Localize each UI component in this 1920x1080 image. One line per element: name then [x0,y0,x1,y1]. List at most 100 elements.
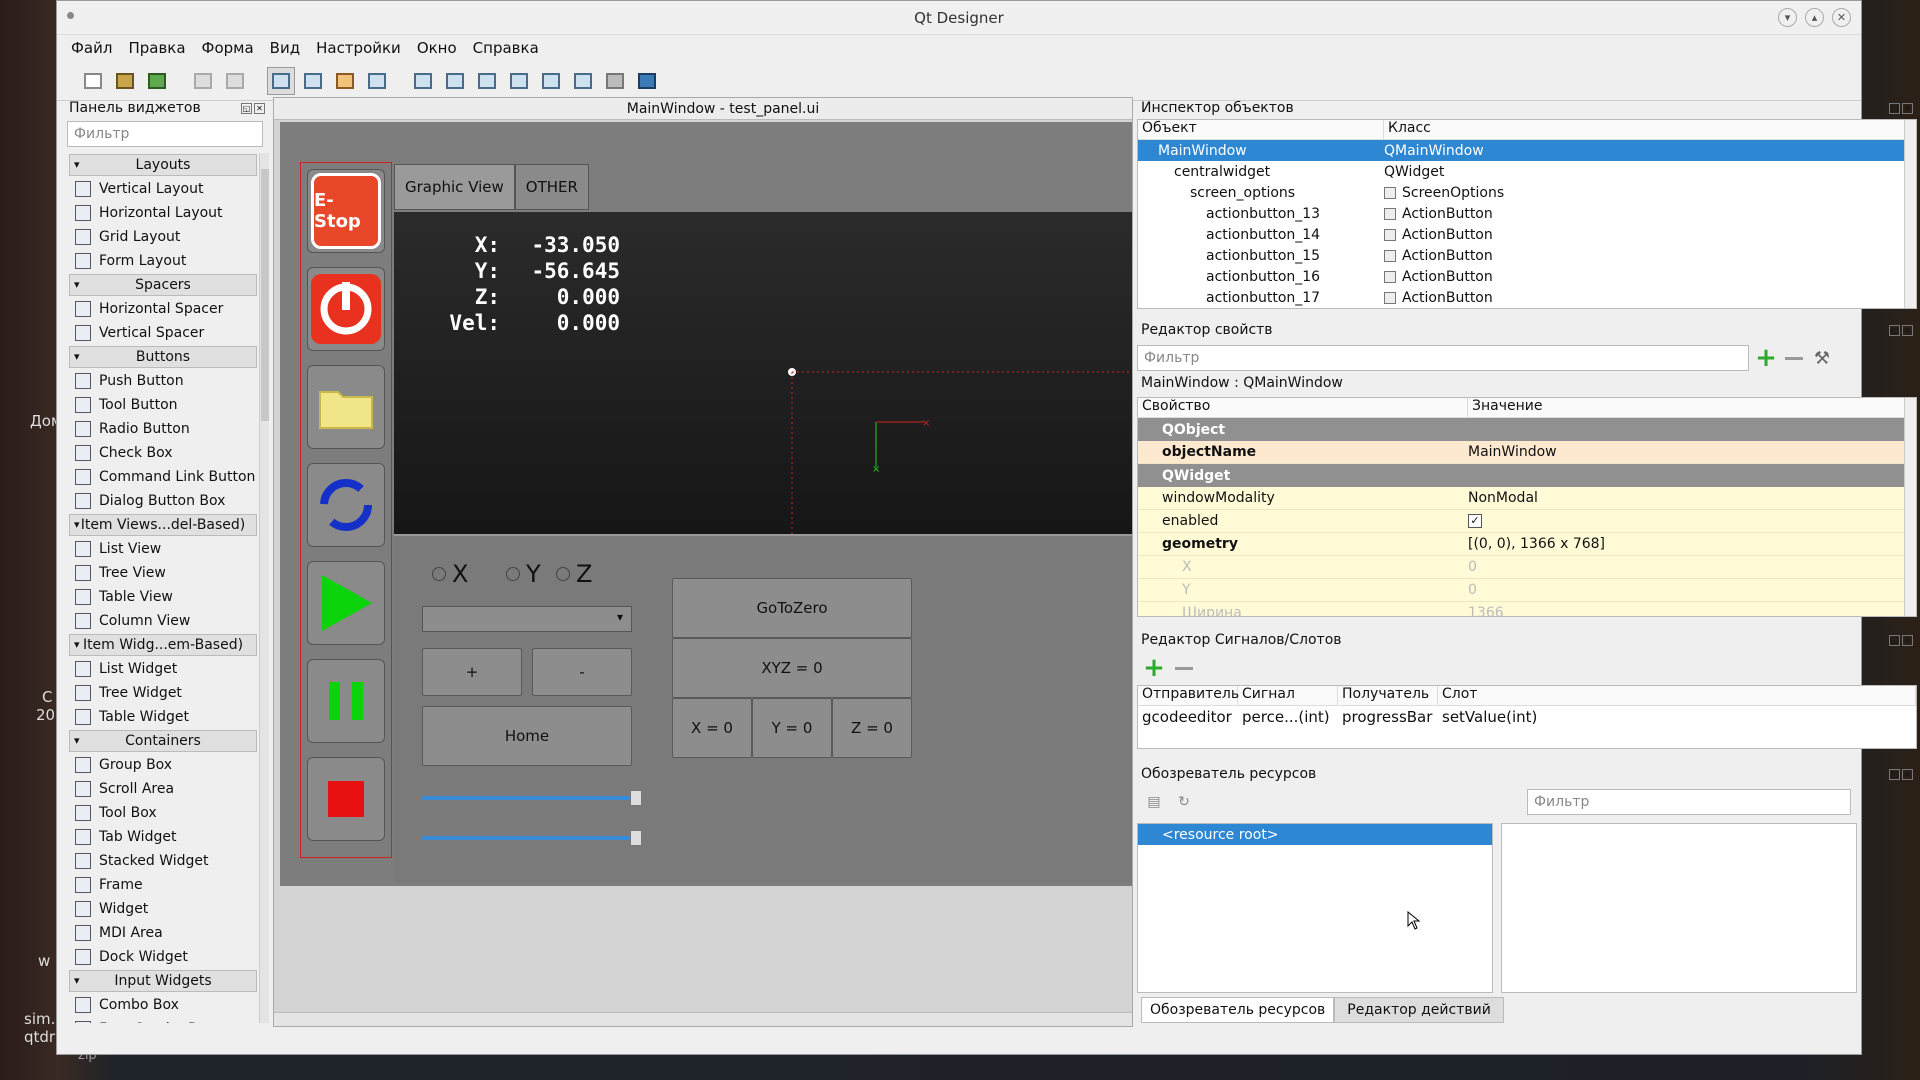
property-row[interactable]: Y0 [1138,579,1916,602]
slider-handle[interactable] [630,830,642,846]
title-bar[interactable]: Qt Designer ▾ ▴ ✕ [57,1,1861,35]
menu-view[interactable]: Вид [270,39,300,57]
pause-button[interactable] [307,659,385,743]
property-group-row[interactable]: QWidget [1138,464,1916,487]
widget-item[interactable]: Widget [69,897,257,921]
property-value[interactable]: [(0, 0), 1366 x 768] [1468,536,1605,552]
tab-resource-browser[interactable]: Обозреватель ресурсов [1141,997,1335,1023]
property-row[interactable]: enabled ✓ [1138,510,1916,533]
layout-v-splitter-icon[interactable] [505,67,533,95]
widget-item[interactable]: Horizontal Layout [69,201,257,225]
resource-filter-input[interactable]: Фильтр [1527,789,1851,815]
home-button[interactable]: Home [422,706,632,766]
jog-plus-button[interactable]: + [422,648,522,696]
property-filter-input[interactable]: Фильтр [1137,345,1749,371]
property-value[interactable]: MainWindow [1468,444,1557,460]
widget-item[interactable]: Frame [69,873,257,897]
widget-item[interactable]: Dialog Button Box [69,489,257,513]
widget-item[interactable]: Combo Box [69,993,257,1017]
mdi-horizontal-scrollbar[interactable] [274,1012,1132,1026]
widget-item[interactable]: Scroll Area [69,777,257,801]
remove-property-icon[interactable] [1783,347,1805,369]
connection-row[interactable]: gcodeeditor perce...(int) progressBar se… [1138,706,1916,727]
jog-speed-slider[interactable] [422,790,642,806]
close-icon[interactable]: ✕ [1902,102,1913,114]
widget-category[interactable]: Item Views...del-Based) [69,514,257,536]
save-icon[interactable] [143,67,171,95]
y-zero-button[interactable]: Y = 0 [752,698,832,758]
graphic-view[interactable]: X: -33.050 Y: -56.645 Z: 0.000 Vel: 0.000 × … [394,212,1132,534]
close-icon[interactable]: ✕ [1902,634,1913,646]
property-value[interactable]: 0 [1468,582,1477,598]
col-object[interactable]: Объект [1138,120,1384,139]
property-checkbox[interactable]: ✓ [1468,514,1482,528]
menu-window[interactable]: Окно [417,39,457,57]
menu-form[interactable]: Форма [202,39,254,57]
property-value[interactable]: 1366 [1468,605,1504,616]
edit-resources-icon[interactable]: ▤ [1143,791,1165,813]
layout-form-icon[interactable] [569,67,597,95]
property-row[interactable]: objectName MainWindow [1138,441,1916,464]
menu-edit[interactable]: Правка [128,39,185,57]
close-icon[interactable]: ✕ [1902,324,1913,336]
widget-category[interactable]: Input Widgets [69,970,257,992]
widget-item[interactable]: Vertical Spacer [69,321,257,345]
object-tree-row[interactable]: actionbutton_13 ActionButton [1138,203,1916,224]
widget-item[interactable]: Table Widget [69,705,257,729]
x-zero-button[interactable]: X = 0 [672,698,752,758]
configure-icon[interactable]: ⚒ [1811,347,1833,369]
widget-category[interactable]: Layouts [69,154,257,176]
close-icon[interactable]: ✕ [1902,768,1913,780]
widget-category[interactable]: Item Widg...em-Based) [69,634,257,656]
property-table-scrollbar[interactable] [1904,398,1916,616]
widget-item[interactable]: Column View [69,609,257,633]
object-tree-row[interactable]: actionbutton_17 ActionButton [1138,287,1916,308]
open-file-button[interactable] [307,365,385,449]
layout-vertical-icon[interactable] [441,67,469,95]
widget-item[interactable]: Push Button [69,369,257,393]
radio-x[interactable]: X [432,560,468,588]
gotozero-button[interactable]: GoToZero [672,578,912,638]
close-icon[interactable]: ✕ [1832,8,1851,27]
widget-item[interactable]: Check Box [69,441,257,465]
break-layout-icon[interactable] [601,67,629,95]
property-row[interactable]: geometry [(0, 0), 1366 x 768] [1138,533,1916,556]
widget-list-scrollbar[interactable] [259,153,269,1023]
col-sender[interactable]: Отправитель [1138,686,1239,705]
add-dynamic-property-icon[interactable]: + [1755,345,1777,371]
property-row[interactable]: windowModality NonModal [1138,487,1916,510]
add-connection-icon[interactable]: + [1143,655,1165,681]
resource-root-item[interactable]: <resource root> [1138,824,1492,845]
stop-button[interactable] [307,757,385,841]
widget-item[interactable]: Horizontal Spacer [69,297,257,321]
widget-item[interactable]: Font Combo Box [69,1017,257,1023]
z-zero-button[interactable]: Z = 0 [832,698,912,758]
widget-item[interactable]: MDI Area [69,921,257,945]
widget-category[interactable]: Buttons [69,346,257,368]
adjust-size-icon[interactable] [633,67,661,95]
widget-item[interactable]: List View [69,537,257,561]
col-signal[interactable]: Сигнал [1238,686,1338,705]
property-row[interactable]: X0 [1138,556,1916,579]
widget-category[interactable]: Containers [69,730,257,752]
widget-item[interactable]: Tab Widget [69,825,257,849]
tab-other[interactable]: OTHER [514,164,589,210]
float-icon[interactable]: ◱ [1889,102,1900,114]
float-icon[interactable]: ◱ [1889,324,1900,336]
layout-horizontal-icon[interactable] [409,67,437,95]
bring-front-icon[interactable] [221,67,249,95]
widget-item[interactable]: Group Box [69,753,257,777]
float-icon[interactable]: ◱ [1889,634,1900,646]
tab-action-editor[interactable]: Редактор действий [1334,997,1504,1023]
property-value[interactable]: NonModal [1468,490,1538,506]
col-receiver[interactable]: Получатель [1338,686,1438,705]
property-value[interactable]: 0 [1468,559,1477,575]
object-tree-row[interactable]: MainWindow QMainWindow [1138,140,1916,161]
object-tree-row[interactable]: actionbutton_14 ActionButton [1138,224,1916,245]
radio-y[interactable]: Y [506,560,541,588]
send-back-icon[interactable] [189,67,217,95]
col-slot[interactable]: Слот [1438,686,1916,705]
minimize-icon[interactable]: ▾ [1778,8,1797,27]
reload-button[interactable] [307,463,385,547]
close-icon[interactable]: ✕ [254,102,265,114]
